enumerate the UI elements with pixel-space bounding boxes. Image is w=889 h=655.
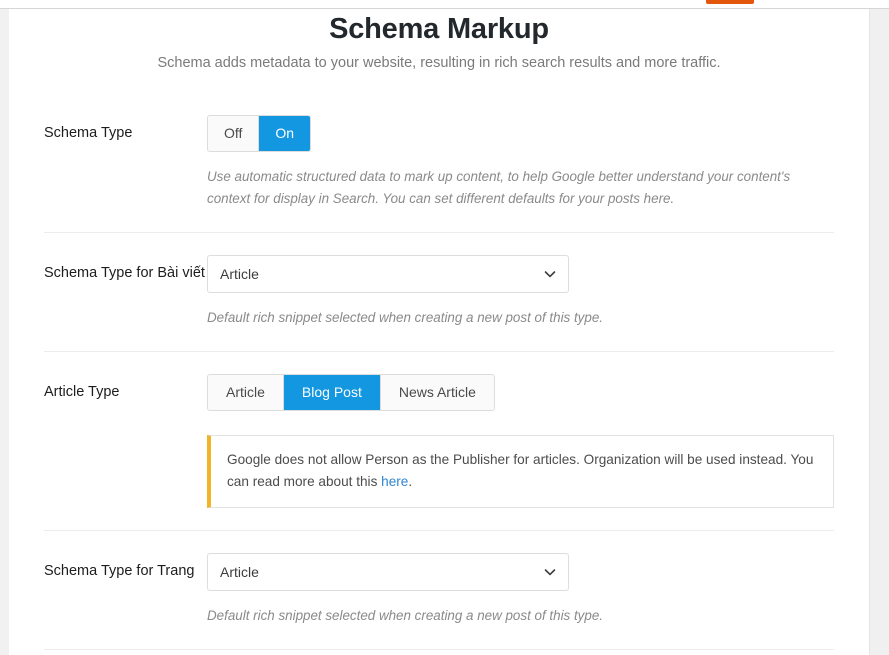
schema-type-post-select-wrap: Article [207, 255, 569, 294]
schema-type-post-select[interactable]: Article [207, 255, 569, 294]
row-body-schema-type-page: Article Default rich snippet selected wh… [207, 553, 834, 627]
row-schema-type: Schema Type Off On Use automatic structu… [44, 93, 834, 234]
article-type-post-group[interactable]: Article Blog Post News Article [207, 374, 495, 412]
article-type-post-option-news-article[interactable]: News Article [380, 375, 494, 411]
publisher-notice-text-before: Google does not allow Person as the Publ… [227, 452, 814, 490]
schema-type-post-help-text: Default rich snippet selected when creat… [207, 310, 603, 326]
page-header: Schema Markup Schema adds metadata to yo… [9, 9, 869, 71]
schema-type-toggle-on[interactable]: On [259, 116, 311, 151]
schema-type-toggle-off[interactable]: Off [208, 116, 260, 151]
row-label-article-type-post: Article Type [44, 384, 120, 401]
page-subtitle: Schema adds metadata to your website, re… [157, 55, 721, 71]
row-schema-type-post: Schema Type for Bài viết Article Default… [44, 233, 834, 353]
schema-type-page-help-text: Default rich snippet selected when creat… [207, 608, 603, 624]
article-type-post-option-blog-post[interactable]: Blog Post [283, 375, 381, 411]
schema-type-page-select[interactable]: Article [207, 553, 569, 592]
row-schema-type-page: Schema Type for Trang Article Default ri… [44, 531, 834, 651]
row-body-schema-type-post: Article Default rich snippet selected wh… [207, 255, 834, 329]
row-label-schema-type-page: Schema Type for Trang [44, 563, 195, 580]
schema-type-page-select-wrap: Article [207, 553, 569, 592]
publisher-notice: Google does not allow Person as the Publ… [207, 435, 834, 509]
row-article-type-page: Article Type Article Blog Post News Arti… [44, 650, 834, 655]
article-type-post-option-article[interactable]: Article [208, 375, 284, 411]
row-body-article-type-post: Article Blog Post News Article Google do… [207, 374, 834, 509]
page-title: Schema Markup [329, 13, 549, 45]
row-body-schema-type: Off On Use automatic structured data to … [207, 115, 834, 210]
orange-action-button-partial[interactable] [706, 0, 754, 4]
publisher-notice-link[interactable]: here [381, 474, 408, 489]
settings-card: Schema Markup Schema adds metadata to yo… [9, 9, 869, 655]
row-label-schema-type: Schema Type [44, 125, 133, 141]
settings-list: Schema Type Off On Use automatic structu… [9, 93, 869, 655]
row-article-type-post: Article Type Article Blog Post News Arti… [44, 352, 834, 532]
publisher-notice-text-after: . [408, 474, 413, 490]
browser-viewport: Schema Markup Schema adds metadata to yo… [0, 0, 889, 655]
schema-type-help-text: Use automatic structured data to mark up… [207, 169, 791, 207]
vertical-scrollbar[interactable] [869, 9, 889, 655]
schema-type-toggle-group[interactable]: Off On [207, 115, 312, 152]
row-label-schema-type-post: Schema Type for Bài viết [44, 265, 205, 282]
